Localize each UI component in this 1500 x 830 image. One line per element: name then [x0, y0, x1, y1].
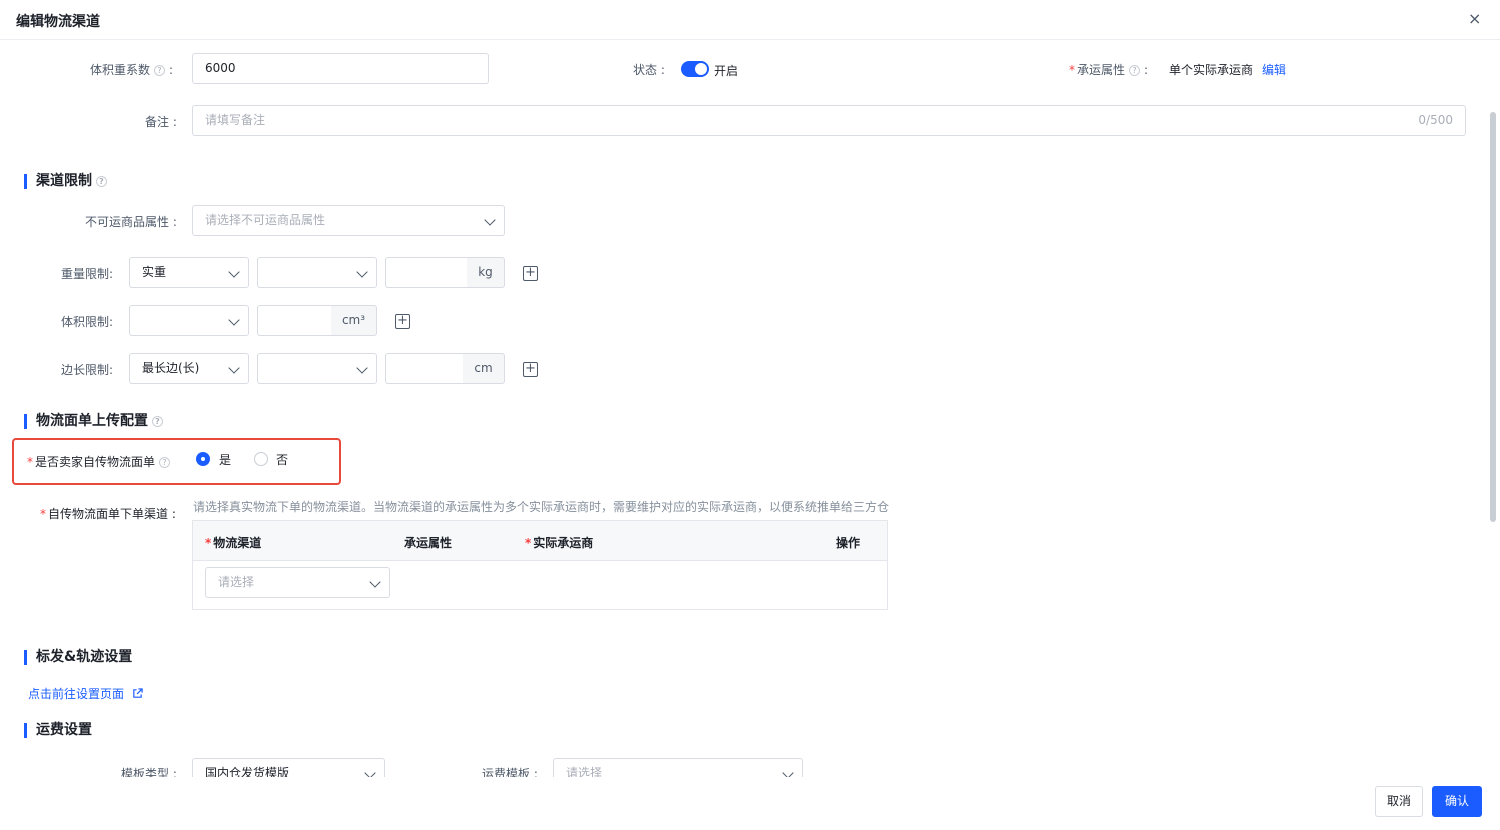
table-header: * 物流渠道 承运属性 * 实际承运商 操作 — [193, 521, 887, 561]
waybill-hint: 请选择真实物流下单的物流渠道。当物流渠道的承运属性为多个实际承运商时，需要维护对… — [193, 500, 889, 514]
self-upload-no-radio[interactable] — [254, 452, 268, 466]
channel-select[interactable]: 请选择 — [205, 567, 390, 598]
weight-type-select[interactable]: 实重 — [129, 257, 249, 288]
help-icon: ? — [154, 65, 166, 76]
weight-value-input[interactable] — [385, 257, 468, 288]
edge-operator-select[interactable] — [257, 353, 377, 384]
weight-limit-label: 重量限制: — [61, 267, 114, 281]
remark-input[interactable]: 请填写备注 0/500 — [192, 105, 1466, 136]
add-edge-limit-icon[interactable]: + — [523, 362, 538, 377]
chevron-down-icon — [369, 576, 381, 588]
self-upload-label: * 是否卖家自传物流面单? — [27, 453, 174, 470]
self-upload-no-label[interactable]: 否 — [276, 451, 288, 468]
remark-placeholder: 请填写备注 — [205, 113, 266, 127]
col-carrier: * 实际承运商 — [525, 536, 594, 550]
footer-area — [0, 777, 1500, 830]
modal-header: 编辑物流渠道 × — [0, 0, 1500, 40]
scrollbar[interactable] — [1490, 112, 1496, 522]
weight-unit: kg — [467, 257, 505, 288]
modal-title: 编辑物流渠道 — [16, 14, 100, 30]
remark-label: 备注 : — [145, 115, 177, 129]
help-icon: ? — [159, 457, 171, 468]
col-action: 操作 — [836, 536, 861, 550]
waybill-channel-label: * 自传物流面单下单渠道 : — [40, 507, 176, 521]
volume-value-input[interactable] — [257, 305, 332, 336]
volume-operator-select[interactable] — [129, 305, 249, 336]
add-weight-limit-icon[interactable]: + — [523, 266, 538, 281]
edge-type-value: 最长边(长) — [142, 361, 200, 375]
help-icon: ? — [1129, 65, 1141, 76]
chevron-down-icon — [228, 266, 240, 278]
status-label: 状态 : — [633, 63, 665, 77]
channel-select-placeholder: 请选择 — [218, 575, 255, 589]
section-waybill-upload: 物流面单上传配置? — [24, 414, 167, 429]
help-icon: ? — [96, 175, 107, 187]
tracking-settings-link[interactable]: 点击前往设置页面 — [28, 685, 143, 702]
remark-count: 0/500 — [1418, 113, 1453, 127]
volume-weight-input[interactable]: 6000 — [192, 53, 489, 84]
forbidden-attr-label: 不可运商品属性 : — [85, 215, 177, 229]
volume-unit: cm³ — [331, 305, 377, 336]
waybill-channel-table: * 物流渠道 承运属性 * 实际承运商 操作 请选择 — [192, 520, 888, 610]
section-channel-limit: 渠道限制? — [24, 174, 111, 189]
status-toggle[interactable] — [681, 61, 709, 77]
self-upload-yes-radio[interactable] — [196, 452, 210, 466]
edge-value-input[interactable] — [385, 353, 464, 384]
external-link-icon — [133, 688, 143, 698]
volume-limit-label: 体积限制: — [61, 315, 114, 329]
close-icon[interactable]: × — [1468, 9, 1481, 28]
chevron-down-icon — [228, 314, 240, 326]
carrier-attr-label: * 承运属性?: — [1069, 63, 1149, 77]
carrier-attr-value: 单个实际承运商 — [1169, 63, 1254, 77]
self-upload-yes-label[interactable]: 是 — [219, 451, 231, 468]
weight-operator-select[interactable] — [257, 257, 377, 288]
edge-type-select[interactable]: 最长边(长) — [129, 353, 249, 384]
forbidden-attr-placeholder: 请选择不可运商品属性 — [205, 213, 326, 227]
carrier-attr-edit-link[interactable]: 编辑 — [1262, 61, 1286, 78]
confirm-button[interactable]: 确认 — [1432, 786, 1482, 817]
help-icon: ? — [152, 415, 163, 427]
chevron-down-icon — [356, 266, 368, 278]
status-text: 开启 — [714, 64, 739, 78]
forbidden-attr-select[interactable]: 请选择不可运商品属性 — [192, 205, 505, 236]
col-attr: 承运属性 — [404, 536, 453, 550]
section-tracking: 标发&轨迹设置 — [24, 650, 132, 665]
chevron-down-icon — [356, 362, 368, 374]
volume-weight-label: 体积重系数?: — [90, 63, 174, 77]
col-channel: * 物流渠道 — [205, 536, 262, 550]
edge-unit: cm — [463, 353, 505, 384]
weight-type-value: 实重 — [142, 265, 167, 279]
chevron-down-icon — [228, 362, 240, 374]
chevron-down-icon — [484, 214, 496, 226]
cancel-button[interactable]: 取消 — [1375, 786, 1423, 817]
section-freight: 运费设置 — [24, 723, 92, 738]
add-volume-limit-icon[interactable]: + — [395, 314, 410, 329]
edge-limit-label: 边长限制: — [61, 363, 114, 377]
